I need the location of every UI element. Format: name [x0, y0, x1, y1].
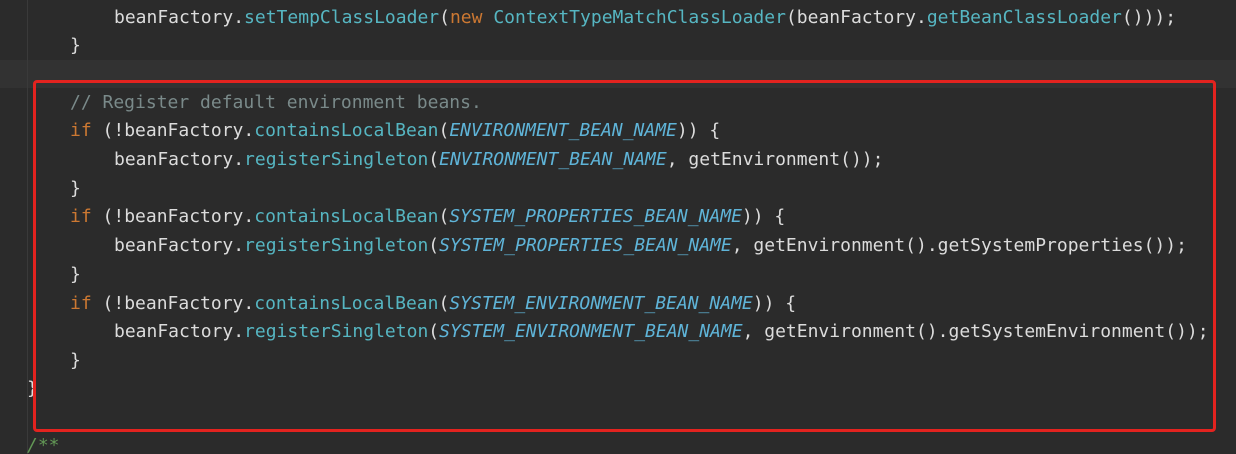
code-line[interactable]: beanFactory.registerSingleton(SYSTEM_PRO…	[114, 232, 1187, 260]
code-line[interactable]: }	[70, 175, 81, 203]
code-line[interactable]: if (!beanFactory.containsLocalBean(ENVIR…	[70, 117, 720, 145]
code-token: )) {	[752, 293, 797, 314]
code-token: registerSingleton	[244, 235, 429, 256]
code-line[interactable]: }	[27, 375, 38, 403]
code-token: ENVIRONMENT_BEAN_NAME	[449, 120, 677, 141]
code-token: getSystemProperties	[937, 235, 1144, 256]
code-line[interactable]: if (!beanFactory.containsLocalBean(SYSTE…	[70, 290, 796, 318]
code-token: ());	[840, 149, 884, 170]
code-token: (	[428, 235, 440, 256]
code-token: }	[70, 178, 81, 199]
code-token: /**	[27, 435, 60, 454]
code-token: containsLocalBean	[254, 120, 439, 141]
code-token: getBeanClassLoader	[926, 7, 1122, 28]
code-token: containsLocalBean	[254, 206, 439, 227]
code-token: ());	[1165, 321, 1209, 342]
code-token: ()));	[1121, 7, 1177, 28]
code-token: if	[70, 206, 103, 227]
code-token: setTempClassLoader	[244, 7, 440, 28]
code-editor[interactable]: beanFactory.setTempClassLoader(new Conte…	[0, 0, 1236, 454]
code-token: ,	[731, 235, 754, 256]
code-line[interactable]: beanFactory.registerSingleton(ENVIRONMEN…	[114, 146, 883, 174]
code-line[interactable]: }	[70, 261, 81, 289]
code-token: SYSTEM_ENVIRONMENT_BEAN_NAME	[439, 321, 743, 342]
code-line[interactable]: }	[70, 347, 81, 375]
code-token: (	[439, 7, 450, 28]
code-line[interactable]: }	[70, 32, 81, 60]
code-token: }	[70, 350, 81, 371]
code-token: getSystemEnvironment	[948, 321, 1166, 342]
code-token: ().	[905, 235, 938, 256]
current-line-highlight	[0, 60, 1236, 88]
code-token: beanFactory.	[114, 7, 245, 28]
code-token: (beanFactory.	[785, 7, 927, 28]
code-token: containsLocalBean	[254, 293, 439, 314]
code-token: if	[70, 293, 103, 314]
code-token: if	[70, 120, 103, 141]
code-token: )) {	[741, 206, 786, 227]
code-token: SYSTEM_PROPERTIES_BEAN_NAME	[449, 206, 742, 227]
code-token: registerSingleton	[244, 321, 429, 342]
code-token: }	[70, 35, 81, 56]
code-token: getEnvironment	[753, 235, 906, 256]
code-line[interactable]: beanFactory.registerSingleton(SYSTEM_ENV…	[114, 318, 1209, 346]
code-line[interactable]: if (!beanFactory.containsLocalBean(SYSTE…	[70, 203, 785, 231]
code-token: // Register default environment beans.	[70, 92, 482, 113]
code-token: (	[428, 149, 440, 170]
code-line[interactable]: beanFactory.setTempClassLoader(new Conte…	[114, 4, 1176, 32]
code-token: }	[27, 378, 38, 399]
code-token: ().	[915, 321, 949, 342]
code-token: ENVIRONMENT_BEAN_NAME	[439, 149, 667, 170]
code-token: (	[428, 321, 440, 342]
code-token: SYSTEM_ENVIRONMENT_BEAN_NAME	[449, 293, 753, 314]
code-token: new	[449, 7, 494, 28]
code-token: SYSTEM_PROPERTIES_BEAN_NAME	[439, 235, 732, 256]
code-token: )) {	[676, 120, 721, 141]
code-token: registerSingleton	[244, 149, 429, 170]
code-token: beanFactory.	[114, 235, 245, 256]
code-token: ContextTypeMatchClassLoader	[493, 7, 786, 28]
code-token: ,	[666, 149, 689, 170]
code-token: getEnvironment	[764, 321, 916, 342]
code-token: ,	[742, 321, 765, 342]
code-token: }	[70, 264, 81, 285]
code-token: (!beanFactory.	[102, 293, 255, 314]
code-token: (!beanFactory.	[102, 120, 255, 141]
code-token: ());	[1143, 235, 1187, 256]
code-token: (	[438, 120, 450, 141]
code-token: (	[438, 293, 450, 314]
code-token: beanFactory.	[114, 149, 245, 170]
code-line[interactable]: // Register default environment beans.	[70, 89, 482, 117]
code-token: getEnvironment	[688, 149, 841, 170]
code-token: (	[438, 206, 450, 227]
code-token: beanFactory.	[114, 321, 245, 342]
code-token: (!beanFactory.	[102, 206, 255, 227]
code-line[interactable]: /**	[27, 432, 60, 454]
